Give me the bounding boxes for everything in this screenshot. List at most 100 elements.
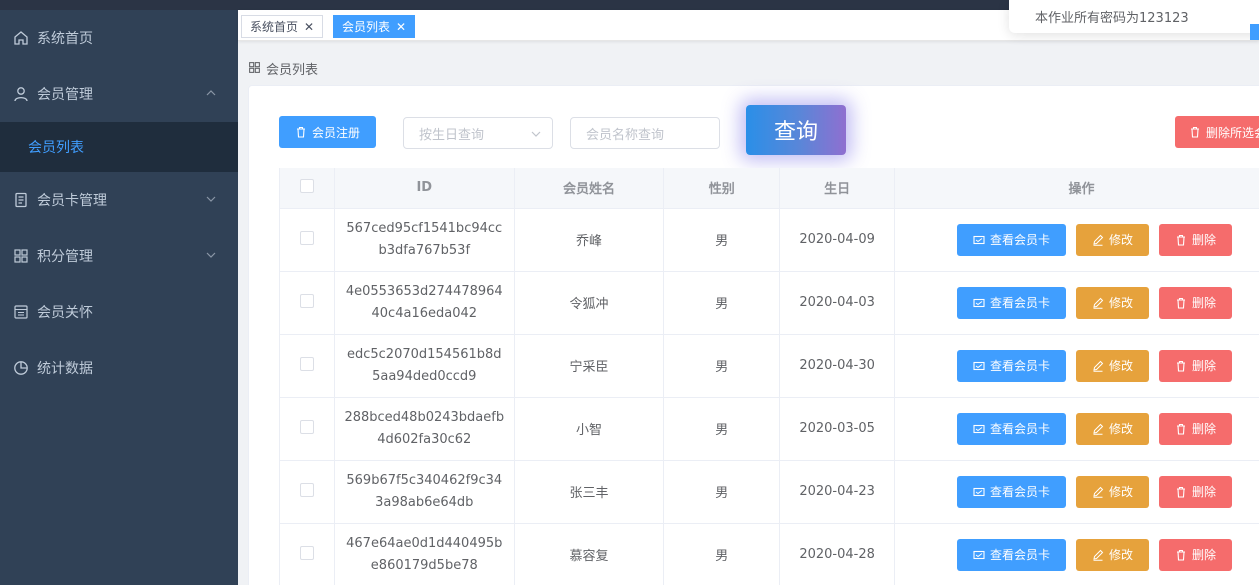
button-label: 删除所选会员 [1206,125,1259,140]
edit-button[interactable]: 修改 [1076,223,1150,256]
member-id: 4e0553653d27447896440c4a16eda042 [345,283,503,321]
edit-button[interactable]: 修改 [1076,475,1150,508]
button-label: 查看会员卡 [990,233,1051,247]
close-icon[interactable]: ✕ [304,20,314,34]
member-name-search-input[interactable]: 会员名称查询 [570,117,720,149]
notification-edge [1250,24,1259,40]
table-row: 467e64ae0d1d440495be860179d5be78 慕容复 男 2… [279,523,1259,585]
member-table: ID 会员姓名 性别 生日 操作 567ced95cf1541bc94ccb3d… [279,168,1259,585]
sidebar-item-label: 会员卡管理 [37,193,107,209]
button-label: 修改 [1109,485,1134,499]
document-icon [12,191,30,209]
table-row: 288bced48b0243bdaefb4d602fa30c62 小智 男 20… [279,397,1259,461]
button-label: 修改 [1109,233,1134,247]
home-icon [12,29,30,47]
button-label: 删除 [1192,233,1217,247]
delete-selected-button[interactable]: 删除所选会员 [1175,116,1259,148]
delete-button[interactable]: 删除 [1159,223,1233,256]
button-label: 查看会员卡 [990,422,1051,436]
tab-label: 会员列表 [342,20,391,34]
trash-icon [1175,234,1187,246]
sidebar-item-member-care[interactable]: 会员关怀 [0,284,238,340]
column-header-actions: 操作 [894,168,1259,209]
row-checkbox[interactable] [299,230,314,245]
select-all-checkbox[interactable] [299,178,314,193]
row-checkbox[interactable] [299,356,314,371]
row-checkbox[interactable] [299,293,314,308]
sidebar-item-label: 会员关怀 [37,305,93,321]
row-checkbox[interactable] [299,482,314,497]
sidebar-subitem-member-list[interactable]: 会员列表 [0,122,238,172]
member-gender: 男 [663,460,781,524]
birthday-select[interactable]: 按生日查询 [403,117,553,149]
trash-icon [295,126,307,138]
member-name: 慕容复 [514,523,665,585]
member-id: 567ced95cf1541bc94ccb3dfa767b53f [346,220,503,258]
sidebar-item-points[interactable]: 积分管理 [0,228,238,284]
table-row: 567ced95cf1541bc94ccb3dfa767b53f 乔峰 男 20… [279,208,1259,272]
member-name: 张三丰 [514,460,665,524]
edit-button[interactable]: 修改 [1076,538,1150,571]
view-card-button[interactable]: 查看会员卡 [957,223,1067,256]
tab-member-list[interactable]: 会员列表 ✕ [333,15,416,38]
sidebar-subitem-label: 会员列表 [28,140,84,156]
edit-button[interactable]: 修改 [1076,349,1150,382]
notification: 本作业所有密码为123123 [1009,0,1259,33]
member-id: 467e64ae0d1d440495be860179d5be78 [346,535,503,573]
table-row: 569b67f5c340462f9c343a98ab6e64db 张三丰 男 2… [279,460,1259,524]
column-header-birthday: 生日 [779,168,896,209]
button-label: 查看会员卡 [990,548,1051,562]
card-icon [973,486,985,498]
delete-button[interactable]: 删除 [1159,349,1233,382]
edit-button[interactable]: 修改 [1076,286,1150,319]
delete-button[interactable]: 删除 [1159,538,1233,571]
edit-icon [1092,360,1104,372]
member-name: 乔峰 [514,208,665,272]
delete-button[interactable]: 删除 [1159,286,1233,319]
query-button[interactable]: 查询 [746,105,846,155]
button-label: 删除 [1192,422,1217,436]
sidebar-item-home[interactable]: 系统首页 [0,10,238,66]
trash-icon [1175,549,1187,561]
delete-button[interactable]: 删除 [1159,412,1233,445]
tab-home[interactable]: 系统首页 ✕ [241,15,324,38]
delete-button[interactable]: 删除 [1159,475,1233,508]
button-label: 删除 [1192,548,1217,562]
select-all-cell [279,168,335,209]
row-checkbox[interactable] [299,419,314,434]
view-card-button[interactable]: 查看会员卡 [957,349,1067,382]
card-icon [973,360,985,372]
input-placeholder: 会员名称查询 [586,127,665,143]
sidebar-item-label: 积分管理 [37,249,93,265]
list-icon [12,303,30,321]
button-label: 会员注册 [311,125,360,140]
edit-button[interactable]: 修改 [1076,412,1150,445]
edit-icon [1092,549,1104,561]
close-icon[interactable]: ✕ [396,20,406,34]
button-label: 查看会员卡 [990,359,1051,373]
view-card-button[interactable]: 查看会员卡 [957,475,1067,508]
grid-icon [248,61,262,75]
member-gender: 男 [663,208,781,272]
sidebar-item-label: 系统首页 [37,31,93,47]
trash-icon [1175,423,1187,435]
button-label: 修改 [1109,296,1134,310]
button-label: 修改 [1109,422,1134,436]
tab-label: 系统首页 [250,20,299,34]
view-card-button[interactable]: 查看会员卡 [957,538,1067,571]
button-label: 删除 [1192,359,1217,373]
view-card-button[interactable]: 查看会员卡 [957,412,1067,445]
sidebar-item-statistics[interactable]: 统计数据 [0,340,238,396]
member-name: 令狐冲 [514,271,665,335]
row-checkbox[interactable] [299,545,314,560]
register-member-button[interactable]: 会员注册 [279,116,376,148]
sidebar-item-member-card[interactable]: 会员卡管理 [0,172,238,228]
sidebar-item-member-management[interactable]: 会员管理 [0,66,238,122]
select-placeholder: 按生日查询 [419,127,485,143]
chevron-down-icon [531,131,541,137]
button-label: 查询 [773,120,818,145]
button-label: 查看会员卡 [990,485,1051,499]
view-card-button[interactable]: 查看会员卡 [957,286,1067,319]
button-label: 删除 [1192,485,1217,499]
member-birthday: 2020-04-23 [779,460,896,524]
